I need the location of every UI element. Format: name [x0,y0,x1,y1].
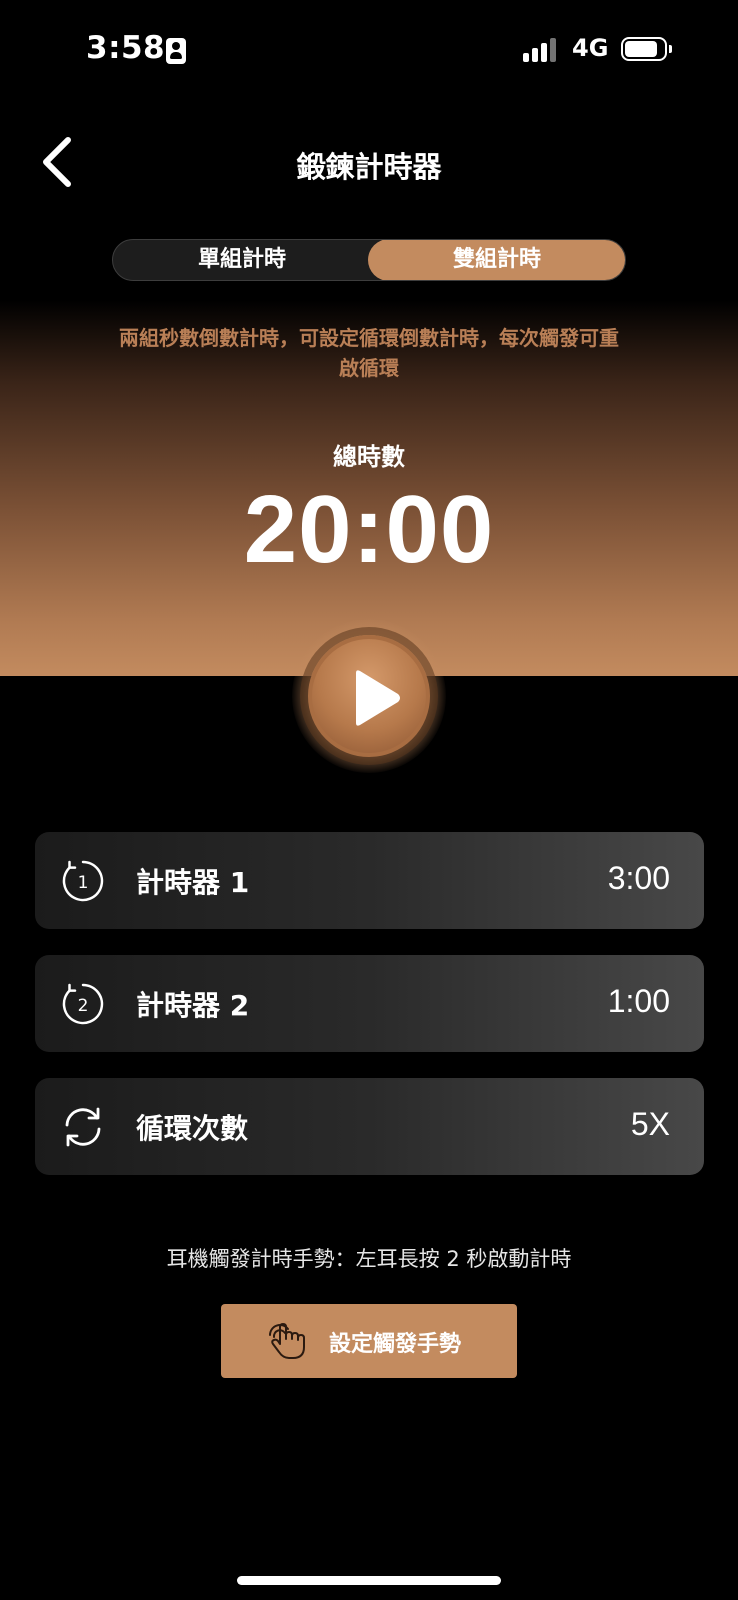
tab-dual-set[interactable]: 雙組計時 [368,240,625,280]
timer-1-icon: 1 [62,860,104,902]
repeat-icon [65,1107,101,1147]
set-gesture-button[interactable]: 設定觸發手勢 [221,1304,517,1378]
set-gesture-label: 設定觸發手勢 [329,1332,462,1357]
svg-text:1: 1 [78,873,89,893]
timer-2-value: 1:00 [607,983,670,1019]
signal-icon [523,38,559,62]
play-button[interactable] [308,635,430,757]
network-type: 4G [572,34,609,62]
earbud-gesture-hint: 耳機觸發計時手勢：左耳長按 2 秒啟動計時 [166,1247,572,1271]
mode-description: 兩組秒數倒數計時，可設定循環倒數計時，每次觸發可重啟循環 [119,326,619,380]
timer-1-label: 計時器 1 [136,866,250,899]
page-title: 鍛鍊計時器 [296,150,442,184]
battery-icon [621,37,672,61]
cycle-count-row[interactable]: 循環次數 5X [35,1078,704,1175]
timer-mode-segmented-control: 單組計時 雙組計時 [112,239,626,281]
cycle-count-label: 循環次數 [136,1112,249,1145]
cycle-count-value: 5X [630,1106,670,1142]
timer-1-row[interactable]: 1 計時器 1 3:00 [35,832,704,929]
home-indicator[interactable] [237,1576,501,1585]
status-time: 3:58 [86,30,166,66]
touch-gesture-icon [269,1323,305,1359]
total-time-value: 20:00 [243,476,495,583]
id-card-icon [166,38,186,64]
timer-2-icon: 2 [62,983,104,1025]
svg-text:2: 2 [78,996,89,1016]
tab-single-set[interactable]: 單組計時 [113,240,371,280]
total-time-label: 總時數 [333,443,405,471]
timer-1-value: 3:00 [607,860,670,896]
play-icon [356,670,400,726]
timer-2-row[interactable]: 2 計時器 2 1:00 [35,955,704,1052]
timer-2-label: 計時器 2 [136,989,250,1022]
